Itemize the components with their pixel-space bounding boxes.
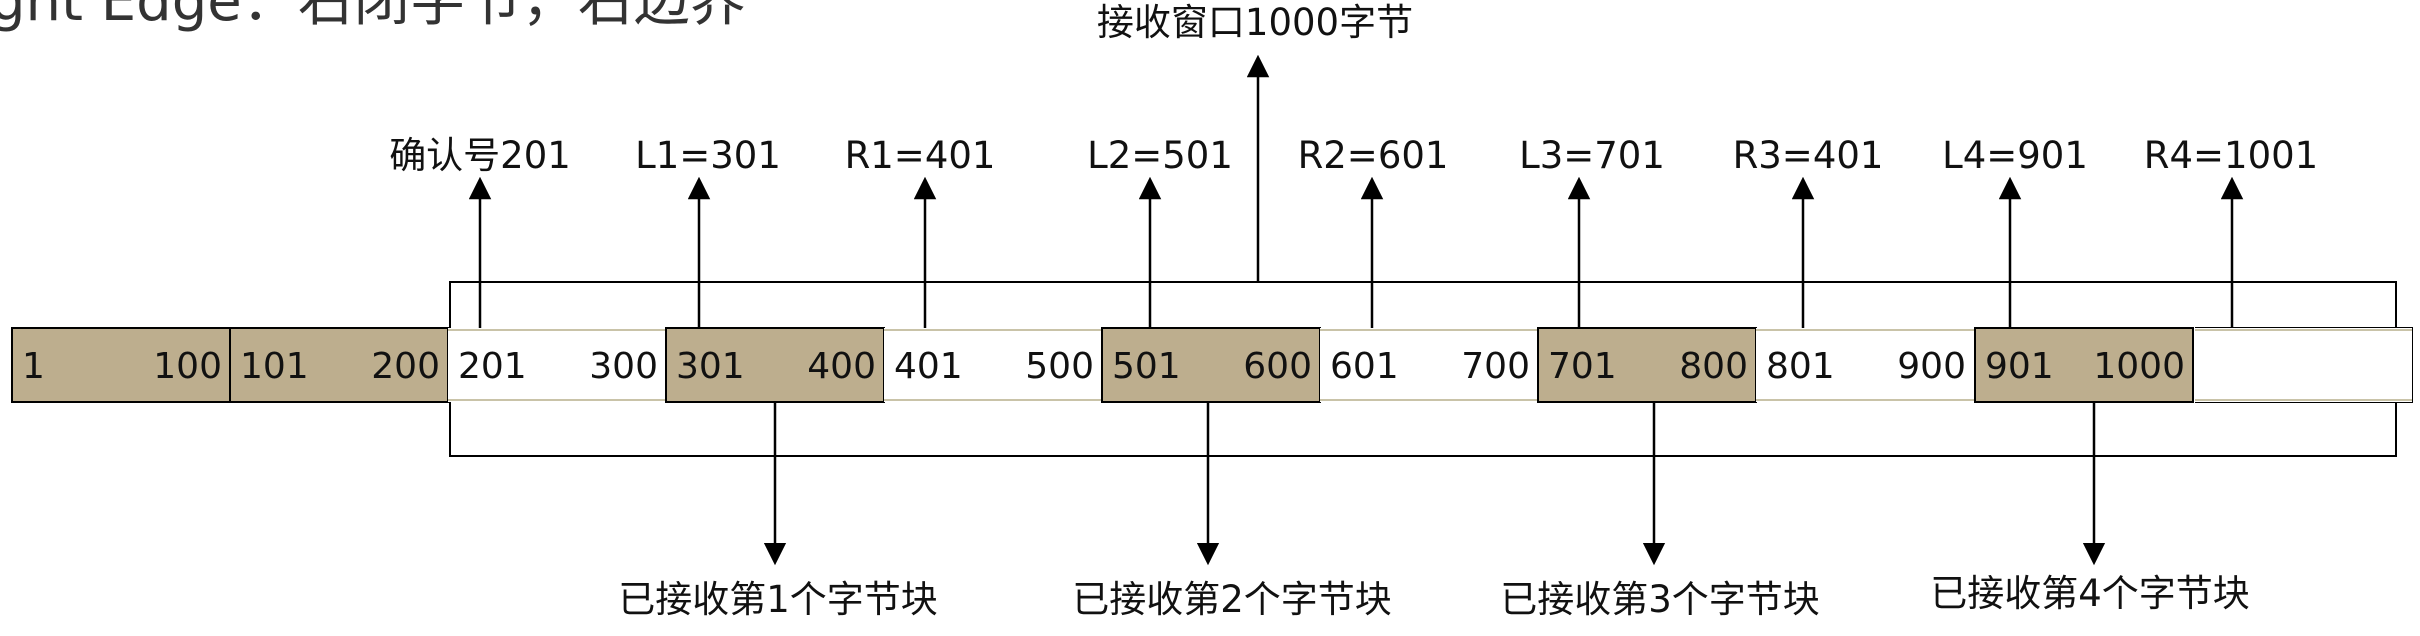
received-block-4: 已接收第4个字节块 <box>1930 402 2250 615</box>
block-label: 已接收第4个字节块 <box>1930 572 2250 615</box>
pointer-5: R2=601 <box>1298 134 1449 328</box>
cell-start-label: 601 <box>1330 346 1399 387</box>
received-block-3: 已接收第3个字节块 <box>1500 402 1820 621</box>
byte-cell-7: 601 700 <box>1320 328 1538 402</box>
pointer-1: 确认号201 <box>389 134 571 328</box>
pointer-label: R3=401 <box>1733 134 1884 177</box>
byte-cell-10: 901 1000 <box>1974 327 2194 403</box>
pointer-7: R3=401 <box>1733 134 1884 328</box>
pointer-label: 确认号201 <box>389 134 571 177</box>
pointer-label: R4=1001 <box>2144 134 2318 177</box>
window-label: 接收窗口1000字节 <box>1097 1 1413 44</box>
cell-end-label: 500 <box>1025 346 1094 387</box>
cell-end-label: 1000 <box>2093 346 2185 387</box>
received-block-arrows: 已接收第1个字节块 已接收第2个字节块 已接收第3个字节块 已接收第4个字节块 <box>618 402 2250 621</box>
received-block-2: 已接收第2个字节块 <box>1072 402 1392 621</box>
pointer-3: R1=401 <box>845 134 996 328</box>
byte-cell-1: 1 100 <box>11 327 231 403</box>
pointer-label: R1=401 <box>845 134 996 177</box>
cell-end-label: 600 <box>1243 346 1312 387</box>
cell-end-label: 400 <box>807 346 876 387</box>
byte-cell-3: 201 300 <box>448 328 666 402</box>
byte-cell-4: 301 400 <box>665 327 885 403</box>
block-label: 已接收第3个字节块 <box>1500 578 1820 621</box>
pointer-2: L1=301 <box>635 134 781 328</box>
cell-end-label: 700 <box>1461 346 1530 387</box>
block-label: 已接收第2个字节块 <box>1072 578 1392 621</box>
pointer-8: L4=901 <box>1942 134 2088 328</box>
pointer-label: L1=301 <box>635 134 781 177</box>
cell-end-label: 800 <box>1679 346 1748 387</box>
pointer-label: L4=901 <box>1942 134 2088 177</box>
byte-cell-2: 101 200 <box>229 327 449 403</box>
pointer-label: R2=601 <box>1298 134 1449 177</box>
pointer-label: L2=501 <box>1087 134 1233 177</box>
empty-cell-rect <box>2195 328 2412 402</box>
cell-start-label: 1 <box>22 346 45 387</box>
cell-start-label: 201 <box>458 346 527 387</box>
cell-start-label: 501 <box>1112 346 1181 387</box>
pointer-6: L3=701 <box>1519 134 1665 328</box>
cell-start-label: 701 <box>1548 346 1617 387</box>
cell-end-label: 300 <box>589 346 658 387</box>
cell-start-label: 301 <box>676 346 745 387</box>
block-label: 已接收第1个字节块 <box>618 578 938 621</box>
cell-start-label: 101 <box>240 346 309 387</box>
cell-start-label: 901 <box>1985 346 2054 387</box>
byte-cell-6: 501 600 <box>1101 327 1321 403</box>
pointer-arrows: 确认号201 L1=301 R1=401 L2=501 R2=601 L3=701 R3=4… <box>389 134 2318 328</box>
byte-cell-5: 401 500 <box>884 328 1102 402</box>
byte-cell-8: 701 800 <box>1537 327 1757 403</box>
cell-end-label: 900 <box>1897 346 1966 387</box>
byte-cell-11 <box>2195 328 2412 402</box>
cell-start-label: 801 <box>1766 346 1835 387</box>
pointer-label: L3=701 <box>1519 134 1665 177</box>
cell-end-label: 100 <box>153 346 222 387</box>
title-fragment: ght Edge：右闭字节，右边界 <box>0 0 746 34</box>
sack-window-diagram: ght Edge：右闭字节，右边界 接收窗口1000字节 1 100 101 200 2… <box>0 0 2413 621</box>
received-block-1: 已接收第1个字节块 <box>618 402 938 621</box>
cell-start-label: 401 <box>894 346 963 387</box>
byte-cell-9: 801 900 <box>1756 328 1974 402</box>
cell-end-label: 200 <box>371 346 440 387</box>
byte-cells: 1 100 101 200 201 300 301 400 401 500 501 600 601 700… <box>11 327 2412 403</box>
pointer-4: L2=501 <box>1087 134 1233 328</box>
pointer-9: R4=1001 <box>2144 134 2318 328</box>
